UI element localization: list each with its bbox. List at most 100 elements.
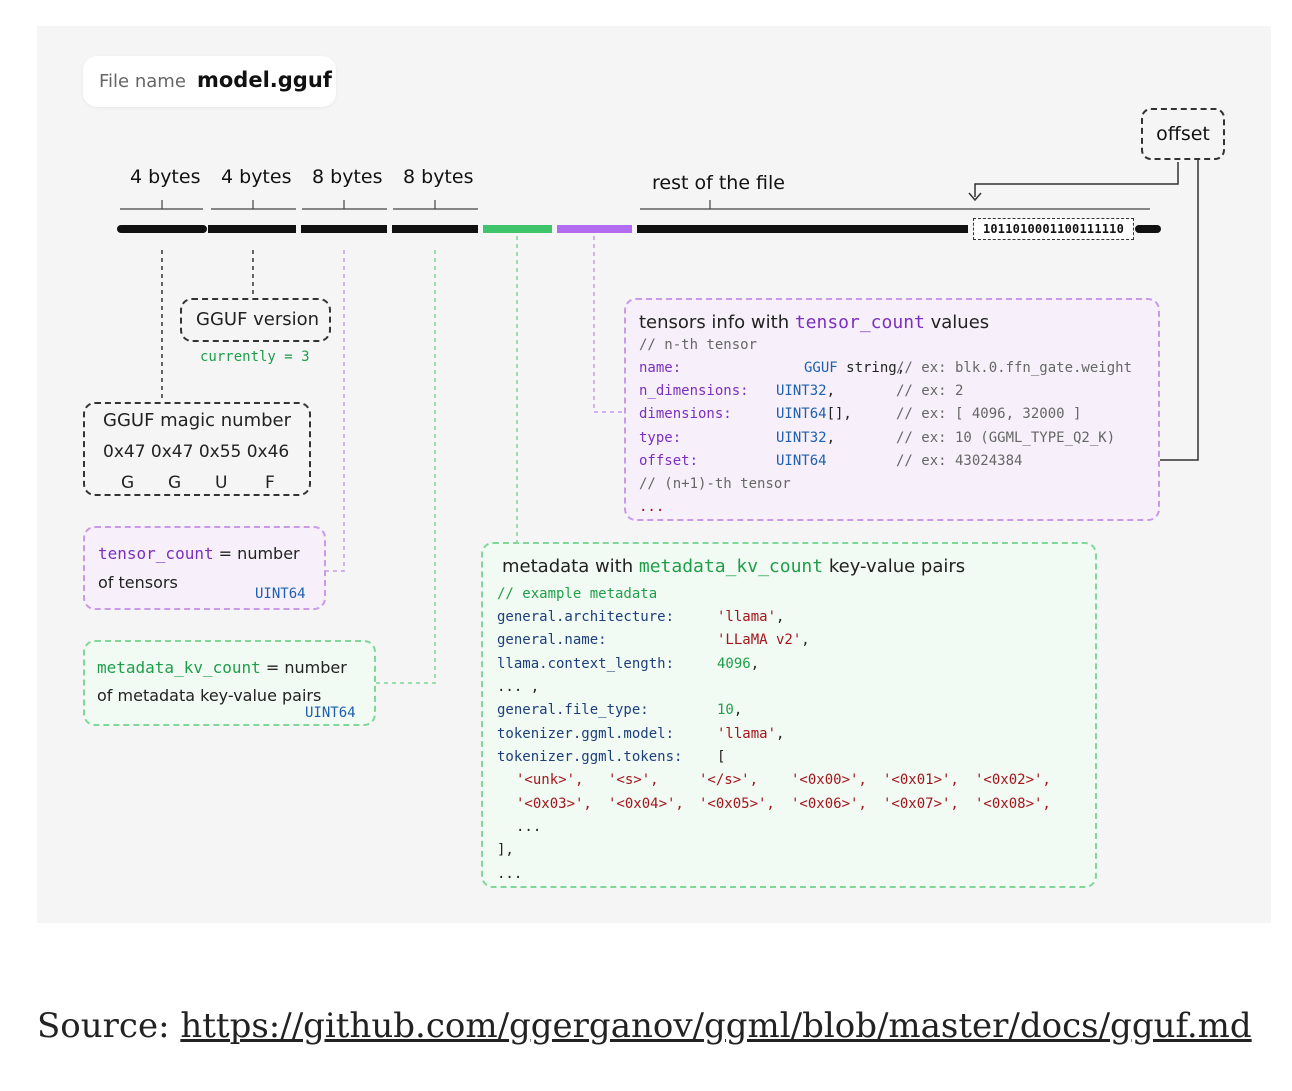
- token-unk: '<unk>',: [516, 772, 584, 788]
- kv-count-type: UINT64: [305, 705, 356, 721]
- metadata-key-name: general.name:: [497, 632, 607, 648]
- tensor-count-type: UINT64: [255, 586, 306, 602]
- magic-letter-3: U: [215, 473, 228, 493]
- metadata-value-arch-t: ,: [776, 609, 785, 625]
- kv-count-eq: = number: [260, 658, 347, 677]
- tensor-type-offset: UINT64: [776, 453, 827, 469]
- token-0x08: '<0x08>',: [975, 796, 1051, 812]
- tensor-count-line1: tensor_count = number: [98, 544, 300, 563]
- token-0x00: '<0x00>',: [791, 772, 867, 788]
- magic-letter-2: G: [168, 473, 182, 493]
- version-title: GGUF version: [196, 309, 320, 330]
- bracket-kv-count: [393, 200, 478, 210]
- tensor-comment-type: // ex: 10 (GGML_TYPE_Q2_K): [896, 430, 1116, 446]
- tensor-type-ndims-main: UINT32: [776, 383, 827, 399]
- offset-arrow-top: [974, 162, 1179, 197]
- tensors-info-box: tensors info with tensor_count values //…: [624, 298, 1160, 521]
- tensor-count-eq: = number: [213, 544, 300, 563]
- bracket-tensor-count: [302, 200, 387, 210]
- metadata-value-filetype-t: ,: [733, 702, 743, 718]
- token-0x01: '<0x01>',: [883, 772, 959, 788]
- kv-count-line1: metadata_kv_count = number: [97, 658, 347, 677]
- token-s: '<s>',: [608, 772, 659, 788]
- metadata-key-arch: general.architecture:: [497, 609, 675, 625]
- tensor-field-offset: offset:: [639, 453, 699, 469]
- source-link[interactable]: https://github.com/ggerganov/ggml/blob/m…: [180, 1006, 1251, 1046]
- tensor-type-offset-main: UINT64: [776, 453, 827, 469]
- tensor-comment-ndims: // ex: 2: [896, 383, 964, 399]
- metadata-value-name-v: 'LLaMA v2': [717, 632, 802, 648]
- metadata-key-filetype: general.file_type:: [497, 702, 649, 718]
- magic-letter-1: G: [121, 473, 135, 493]
- connector-kv-count: [376, 250, 436, 684]
- metadata-ellipsis-row: ... ,: [497, 679, 540, 695]
- metadata-value-ctx-t: ,: [750, 656, 760, 672]
- tensors-info-comment1: // n-th tensor: [639, 337, 758, 353]
- metadata-comment: // example metadata: [497, 586, 658, 602]
- metadata-box: metadata with metadata_kv_count key-valu…: [481, 542, 1097, 888]
- tensor-type-name-main: GGUF: [804, 360, 838, 376]
- token-0x06: '<0x06>',: [791, 796, 867, 812]
- version-note: currently = 3: [200, 349, 310, 365]
- tensor-type-dims-main: UINT64: [776, 406, 827, 422]
- tokens-close: ],: [497, 842, 514, 858]
- kv-count-line2: of metadata key-value pairs: [97, 686, 322, 705]
- tensors-info-title: tensors info with tensor_count values: [639, 312, 989, 333]
- source-line: Source: https://github.com/ggerganov/ggm…: [37, 1006, 1252, 1046]
- bracket-rest: [640, 200, 1150, 210]
- tensor-count-line2: of tensors: [98, 573, 178, 592]
- metadata-title: metadata with metadata_kv_count key-valu…: [502, 556, 965, 577]
- token-0x07: '<0x07>',: [883, 796, 959, 812]
- token-0x03: '<0x03>',: [516, 796, 592, 812]
- source-prefix: Source:: [37, 1006, 181, 1046]
- tensor-field-name: name:: [639, 360, 682, 376]
- metadata-end-ellipsis: ...: [497, 866, 523, 882]
- token-end-s: '</s>',: [699, 772, 759, 788]
- tensors-info-title-post: values: [924, 312, 990, 333]
- magic-hex: 0x47 0x47 0x55 0x46: [103, 442, 290, 462]
- magic-letter-4: F: [265, 473, 275, 493]
- tensor-field-ndims: n_dimensions:: [639, 383, 749, 399]
- tensor-comment-dims: // ex: [ 4096, 32000 ]: [896, 406, 1082, 422]
- bracket-version: [211, 200, 296, 210]
- metadata-key-ctx: llama.context_length:: [497, 656, 675, 672]
- tensor-type-ndims: UINT32,: [776, 383, 835, 399]
- magic-title: GGUF magic number: [103, 410, 292, 431]
- metadata-value-model-v: 'llama': [717, 726, 777, 742]
- tensor-field-dims: dimensions:: [639, 406, 732, 422]
- metadata-value-model: 'llama',: [717, 726, 784, 742]
- metadata-value-ctx: 4096,: [717, 656, 759, 672]
- token-0x04: '<0x04>',: [608, 796, 684, 812]
- tensor-type-type: UINT32,: [776, 430, 835, 446]
- tensors-info-ellipsis: ...: [639, 499, 665, 515]
- tensor-type-name: GGUF string,: [804, 360, 905, 376]
- kv-count-key: metadata_kv_count: [97, 658, 261, 677]
- token-0x02: '<0x02>',: [975, 772, 1051, 788]
- magic-box: GGUF magic number 0x47 0x47 0x55 0x46 G …: [83, 402, 311, 496]
- tensor-count-key: tensor_count: [98, 544, 214, 563]
- tensor-count-box: tensor_count = number of tensors UINT64: [83, 526, 326, 610]
- tensor-type-dims: UINT64[],: [776, 406, 852, 422]
- metadata-title-pre: metadata with: [502, 556, 639, 577]
- tensors-info-title-key: tensor_count: [794, 312, 925, 333]
- metadata-value-filetype: 10,: [717, 702, 742, 718]
- connector-tensor-count: [326, 250, 345, 572]
- metadata-tokens-open: [: [717, 749, 726, 765]
- version-box: GGUF version: [180, 298, 331, 342]
- tensor-field-type: type:: [639, 430, 682, 446]
- metadata-value-ctx-v: 4096: [717, 656, 751, 672]
- metadata-value-filetype-v: 10: [717, 702, 734, 718]
- offset-bits: 1011010001100111110: [973, 218, 1134, 240]
- metadata-value-arch: 'llama',: [717, 609, 784, 625]
- tensor-type-type-rest: ,: [826, 430, 836, 446]
- tensor-type-dims-rest: [],: [826, 406, 852, 422]
- kv-count-box: metadata_kv_count = number of metadata k…: [83, 640, 376, 726]
- tensor-type-ndims-rest: ,: [826, 383, 836, 399]
- metadata-key-model: tokenizer.ggml.model:: [497, 726, 675, 742]
- metadata-value-arch-v: 'llama': [717, 609, 777, 625]
- tensor-type-type-main: UINT32: [776, 430, 827, 446]
- metadata-value-name-t: ,: [801, 632, 810, 648]
- bracket-magic: [120, 200, 203, 210]
- metadata-value-model-t: ,: [776, 726, 785, 742]
- metadata-value-name: 'LLaMA v2',: [717, 632, 810, 648]
